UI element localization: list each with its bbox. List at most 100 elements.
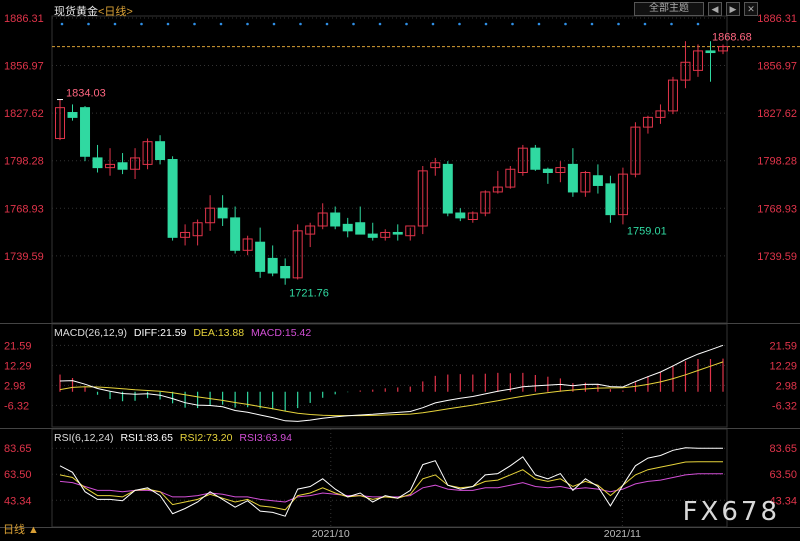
candle-body (267, 257, 278, 274)
macd-legend: MACD(26,12,9) DIFF:21.59 DEA:13.88 MACD:… (54, 327, 315, 339)
event-dot (219, 22, 223, 26)
macd-value: MACD:15.42 (251, 327, 312, 339)
candle-body (280, 266, 291, 279)
rsi-y-tick-right: 63.50 (769, 469, 797, 481)
candle-body (367, 233, 378, 238)
event-dot (272, 22, 276, 26)
macd-y-tick-right: 21.59 (769, 340, 797, 352)
macd-y-tick-left: 2.98 (4, 380, 25, 392)
candle-body (255, 241, 266, 272)
rsi-y-tick-left: 43.34 (4, 495, 32, 507)
event-dot (299, 22, 302, 26)
candle-body (330, 212, 341, 227)
event-dot (325, 22, 329, 26)
event-dot (511, 22, 514, 26)
candle-body (592, 175, 603, 186)
timeframe-label[interactable]: <日线> (98, 6, 133, 18)
top-toolbar: 现货黄金<日线> 全部主题 ◀ ▶ ✕ (0, 1, 800, 19)
candle-body (342, 223, 353, 232)
chart-canvas: 1886.31 1886.311856.97 1856.971827.62 1827.… (0, 13, 800, 540)
y-tick-label-right: 1856.97 (757, 61, 797, 73)
rsi-params: RSI(6,12,24) (54, 432, 114, 444)
high-annotation: 1834.03 (66, 88, 106, 100)
dea-value: DEA:13.88 (193, 327, 245, 339)
y-tick-label-right: 1768.93 (757, 203, 797, 215)
candle-body (605, 183, 616, 216)
rsi-legend: RSI(6,12,24) RSI1:83.65 RSI2:73.20 RSI3:… (54, 432, 296, 444)
event-dot (60, 22, 64, 26)
candle-body (530, 147, 541, 170)
candle-body (442, 163, 453, 214)
event-dot (166, 22, 170, 26)
y-tick-label-left: 1856.97 (4, 61, 44, 73)
y-tick-label-left: 1739.59 (4, 251, 44, 263)
rsi1-value: RSI1:83.65 (120, 432, 173, 444)
event-dot (113, 22, 117, 26)
swing-low-annotation: 1759.01 (627, 225, 667, 237)
fx678-watermark: FX678 (682, 497, 780, 527)
event-dot (458, 22, 461, 26)
chart-title: 现货黄金<日线> (54, 3, 133, 19)
x-tick-label: 2021/11 (604, 528, 641, 540)
y-tick-label-left: 1768.93 (4, 203, 44, 215)
diff-line (59, 344, 724, 422)
rsi2-line (59, 461, 723, 511)
candle-body (392, 231, 403, 235)
event-dot (617, 22, 620, 26)
y-tick-label-right: 1798.28 (757, 156, 797, 168)
candle-body (217, 207, 228, 219)
dea-line (59, 361, 724, 417)
event-dot (564, 22, 567, 26)
candle-body (67, 112, 78, 118)
candle-body (167, 159, 178, 238)
candle-body (230, 217, 241, 251)
event-dot (140, 22, 143, 26)
rsi-y-tick-right: 83.65 (769, 443, 797, 455)
event-dot (87, 22, 90, 26)
event-dot (378, 22, 382, 26)
rsi2-value: RSI2:73.20 (179, 432, 233, 444)
candle-body (92, 157, 103, 169)
macd-panel (51, 323, 728, 428)
theme-button[interactable]: 全部主题 (634, 2, 704, 16)
macd-params: MACD(26,12,9) (54, 327, 127, 339)
event-dot (405, 22, 408, 26)
candle-body (567, 163, 578, 193)
y-tick-label-left: 1827.62 (4, 108, 44, 120)
next-arrow-icon[interactable]: ▶ (726, 2, 740, 16)
macd-y-tick-right: -6.32 (772, 400, 797, 412)
rsi-y-tick-left: 63.50 (4, 469, 32, 481)
main-panel (51, 15, 728, 324)
candle-body (355, 222, 366, 235)
candle-body (455, 212, 466, 219)
rsi-y-tick-left: 83.65 (4, 443, 32, 455)
low-annotation: 1721.76 (289, 288, 329, 300)
diff-value: DIFF:21.59 (133, 327, 187, 339)
candle-body (80, 107, 91, 157)
y-tick-label-left: 1798.28 (4, 156, 44, 168)
instrument-name: 现货黄金 (54, 6, 98, 18)
event-dot (352, 22, 355, 26)
y-tick-label-right: 1827.62 (757, 108, 797, 120)
period-selector[interactable]: 日线 ▲ (3, 521, 39, 537)
y-tick-label-right: 1739.59 (757, 251, 797, 263)
event-dot (696, 22, 700, 26)
candle-body (117, 162, 128, 170)
event-dot (670, 22, 673, 26)
event-dot (431, 22, 435, 26)
close-icon[interactable]: ✕ (744, 2, 758, 16)
rsi1-line (59, 447, 723, 517)
macd-y-tick-right: 12.29 (769, 360, 797, 372)
x-tick-label: 2021/10 (312, 528, 350, 540)
event-dot (537, 22, 541, 26)
prev-arrow-icon[interactable]: ◀ (708, 2, 722, 16)
macd-y-tick-right: 2.98 (776, 380, 797, 392)
macd-y-tick-left: -6.32 (4, 400, 29, 412)
last-price-label: 1868.68 (712, 32, 752, 44)
event-dot (590, 22, 594, 26)
event-dot (246, 22, 249, 26)
macd-y-tick-left: 12.29 (4, 360, 32, 372)
event-dot (193, 22, 196, 26)
candle-body (705, 50, 716, 54)
macd-y-tick-left: 21.59 (4, 340, 32, 352)
